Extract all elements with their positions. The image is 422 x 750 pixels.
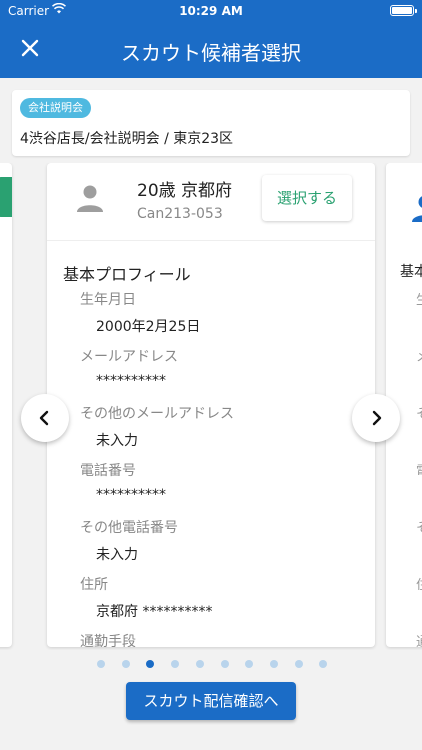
field-value-email: ********** (96, 373, 166, 389)
chevron-left-icon (39, 410, 49, 426)
section-title-basic-profile: 基本プロフィール (63, 265, 191, 284)
field-value-phone: ********** (96, 487, 166, 503)
field-value-address: 京都府 ********** (96, 604, 213, 620)
field-label-other-email: その他のメールアドレス (80, 406, 234, 422)
nav-bar: スカウト候補者選択 (0, 22, 422, 78)
page-indicator[interactable] (0, 658, 422, 670)
next-field-label: 電 (416, 460, 422, 479)
candidate-headline: 20歳 京都府 (137, 181, 233, 201)
candidate-header: 20歳 京都府 Can213-053 選択する (47, 163, 375, 241)
page-dot[interactable] (269, 660, 278, 668)
next-field-label: 通 (416, 631, 422, 647)
candidate-card: 20歳 京都府 Can213-053 選択する 基本プロフィール 生年月日 20… (47, 163, 375, 647)
next-field-label: メ (416, 346, 422, 365)
field-label-email: メールアドレス (80, 349, 178, 365)
event-summary-card: 会社説明会 4渋谷店長/会社説明会 / 東京23区 (12, 90, 410, 156)
candidate-id: Can213-053 (137, 206, 223, 222)
previous-candidate-card[interactable] (0, 163, 12, 647)
field-value-other-phone: 未入力 (96, 547, 138, 563)
next-field-label: 住 (416, 574, 422, 593)
page-dot[interactable] (220, 660, 229, 668)
page-dot[interactable] (121, 660, 130, 668)
field-label-birthdate: 生年月日 (80, 292, 136, 308)
field-value-other-email: 未入力 (96, 433, 138, 449)
chevron-right-icon (372, 410, 382, 426)
page-dot[interactable] (319, 660, 328, 668)
field-label-other-phone: その他電話番号 (80, 520, 178, 536)
select-button[interactable]: 選択する (262, 175, 352, 221)
person-icon (412, 196, 422, 222)
page-dot[interactable] (146, 660, 155, 668)
field-label-address: 住所 (80, 577, 108, 593)
field-label-phone: 電話番号 (80, 463, 136, 479)
field-value-birthdate: 2000年2月25日 (96, 319, 201, 335)
next-field-label: 生 (416, 289, 422, 308)
page-dot[interactable] (171, 660, 180, 668)
field-label-commute: 通勤手段 (80, 634, 136, 647)
next-arrow-button[interactable] (352, 394, 400, 442)
page-dot[interactable] (195, 660, 204, 668)
page-dot[interactable] (245, 660, 254, 668)
person-icon (77, 185, 103, 212)
next-section-title: 基本 (400, 264, 422, 280)
page-dot[interactable] (97, 660, 105, 668)
page-title: スカウト候補者選択 (121, 41, 301, 65)
page-dot[interactable] (294, 660, 303, 668)
clock: 10:29 AM (179, 4, 243, 18)
battery-icon (390, 5, 417, 16)
event-type-badge: 会社説明会 (20, 98, 91, 118)
status-bar: Carrier 10:29 AM (0, 0, 422, 22)
event-summary-text: 4渋谷店長/会社説明会 / 東京23区 (20, 131, 234, 147)
next-field-label: そ (416, 403, 422, 422)
previous-arrow-button[interactable] (21, 394, 69, 442)
scout-confirm-button[interactable]: スカウト配信確認へ (126, 682, 296, 720)
next-field-label: そ (416, 517, 422, 536)
previous-select-button[interactable] (0, 177, 12, 217)
